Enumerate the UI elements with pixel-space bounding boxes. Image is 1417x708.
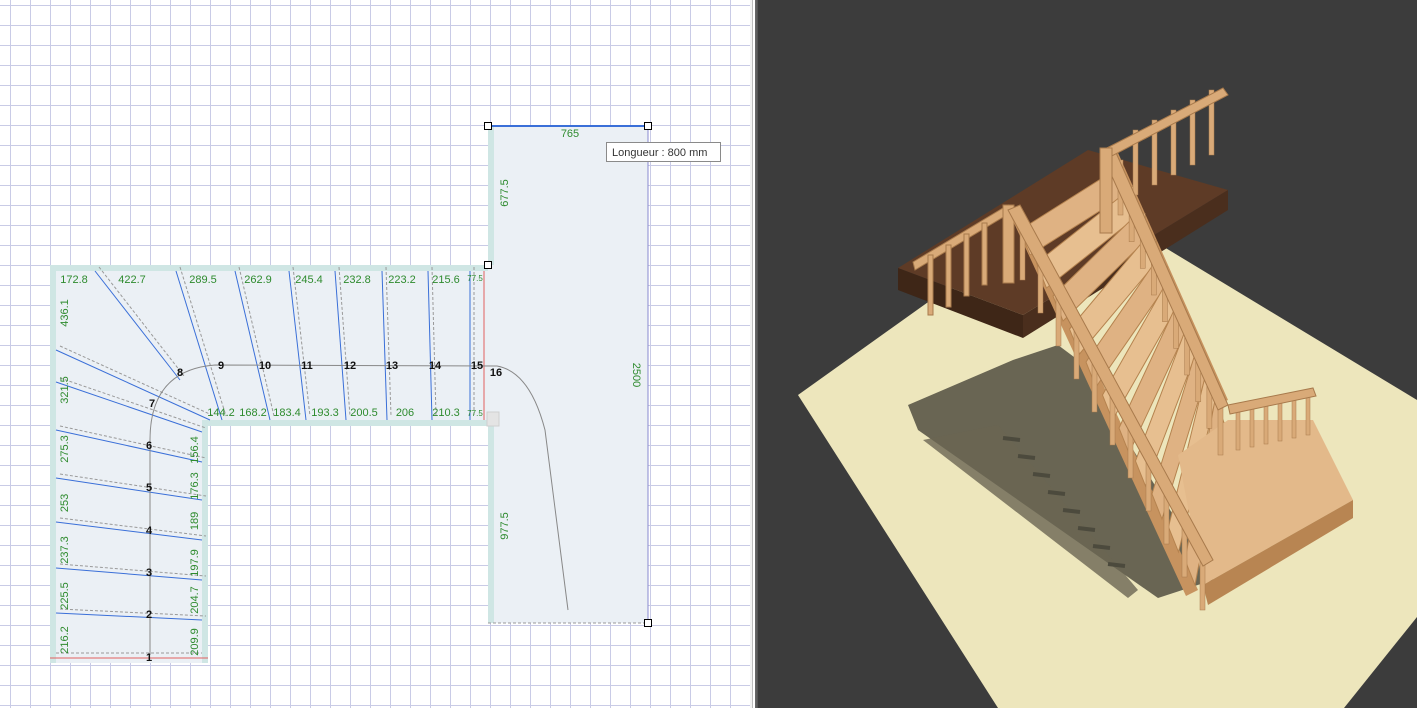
step-number[interactable]: 1 — [146, 652, 152, 664]
inner-stringer-left — [202, 420, 208, 663]
step-number[interactable]: 9 — [218, 360, 224, 372]
step-number[interactable]: 11 — [301, 360, 313, 372]
dim-landing-lower: 977.5 — [499, 512, 511, 540]
handle-bottom-right[interactable] — [644, 619, 652, 627]
inner-stringer-top — [202, 420, 488, 426]
dim-inner-top: 168.2 — [239, 407, 267, 419]
dim-inner-left: 176.3 — [189, 472, 201, 500]
dim-inner-left: 197.9 — [189, 549, 201, 577]
dim-outer-left: 253 — [59, 494, 71, 512]
handle-top-left[interactable] — [484, 122, 492, 130]
stair-outline[interactable] — [50, 126, 648, 663]
dim-outer-top: 262.9 — [244, 274, 272, 286]
3d-view[interactable] — [758, 0, 1417, 708]
dim-inner-top: 77.5 — [467, 409, 483, 418]
step-number[interactable]: 5 — [146, 482, 152, 494]
dim-outer-top: 422.7 — [118, 274, 146, 286]
dim-landing-width: 765 — [561, 128, 579, 140]
dim-inner-top: 183.4 — [273, 407, 301, 419]
dim-inner-top: 144.2 — [207, 407, 235, 419]
step-number[interactable]: 13 — [386, 360, 398, 372]
dim-inner-top: 210.3 — [432, 407, 460, 419]
step-number[interactable]: 3 — [146, 567, 152, 579]
landing-stringer-upper — [488, 126, 494, 265]
plan-canvas[interactable]: 765 677.5 977.5 2500 172.8 422.7 289.5 2… — [0, 0, 750, 708]
step-number[interactable]: 6 — [146, 440, 152, 452]
step-number[interactable]: 14 — [429, 360, 442, 372]
dim-inner-left: 209.9 — [189, 628, 201, 656]
step-number[interactable]: 2 — [146, 609, 152, 621]
dim-inner-left: 156.4 — [189, 436, 201, 464]
step-number[interactable]: 12 — [344, 360, 356, 372]
dim-landing-length: 2500 — [630, 363, 642, 387]
step-number[interactable]: 15 — [471, 360, 483, 372]
dim-outer-top: 77.5 — [467, 274, 483, 283]
dim-outer-top: 223.2 — [388, 274, 416, 286]
dim-outer-top: 245.4 — [295, 274, 323, 286]
length-tooltip: Longueur : 800 mm — [606, 142, 721, 162]
pane-splitter[interactable] — [750, 0, 758, 708]
corner-handle[interactable] — [486, 411, 500, 427]
step-number[interactable]: 10 — [259, 360, 271, 372]
dim-outer-top: 289.5 — [189, 274, 217, 286]
tooltip-text: Longueur : 800 mm — [612, 147, 707, 159]
handle-top-right[interactable] — [644, 122, 652, 130]
outer-stringer-top — [50, 265, 488, 271]
dim-landing-upper: 677.5 — [499, 179, 511, 207]
dim-outer-left: 321.5 — [59, 376, 71, 404]
step-number[interactable]: 4 — [146, 525, 153, 537]
dim-outer-left: 225.5 — [59, 582, 71, 610]
step-number[interactable]: 8 — [177, 367, 183, 379]
app-window: 765 677.5 977.5 2500 172.8 422.7 289.5 2… — [0, 0, 1417, 708]
dim-outer-left: 237.3 — [59, 536, 71, 564]
step-number[interactable]: 16 — [490, 367, 502, 379]
dim-inner-top: 200.5 — [350, 407, 378, 419]
dim-inner-left: 204.7 — [189, 586, 201, 614]
landing-stringer-lower — [488, 426, 494, 623]
outer-stringer-left — [50, 265, 56, 663]
step-number[interactable]: 7 — [149, 398, 155, 410]
3d-canvas[interactable] — [758, 0, 1417, 708]
dim-outer-top: 232.8 — [343, 274, 371, 286]
dim-inner-top: 193.3 — [311, 407, 339, 419]
dim-outer-left: 436.1 — [59, 299, 71, 327]
dim-outer-left: 216.2 — [59, 626, 71, 654]
newel-post-top — [1099, 147, 1113, 234]
dim-outer-top: 172.8 — [60, 274, 88, 286]
dim-outer-top: 215.6 — [432, 274, 460, 286]
dim-inner-top: 206 — [396, 407, 414, 419]
handle-mid-left[interactable] — [484, 261, 492, 269]
dim-outer-left: 275.3 — [59, 435, 71, 463]
dim-inner-left: 189 — [189, 512, 201, 530]
plan-view[interactable]: 765 677.5 977.5 2500 172.8 422.7 289.5 2… — [0, 0, 750, 708]
